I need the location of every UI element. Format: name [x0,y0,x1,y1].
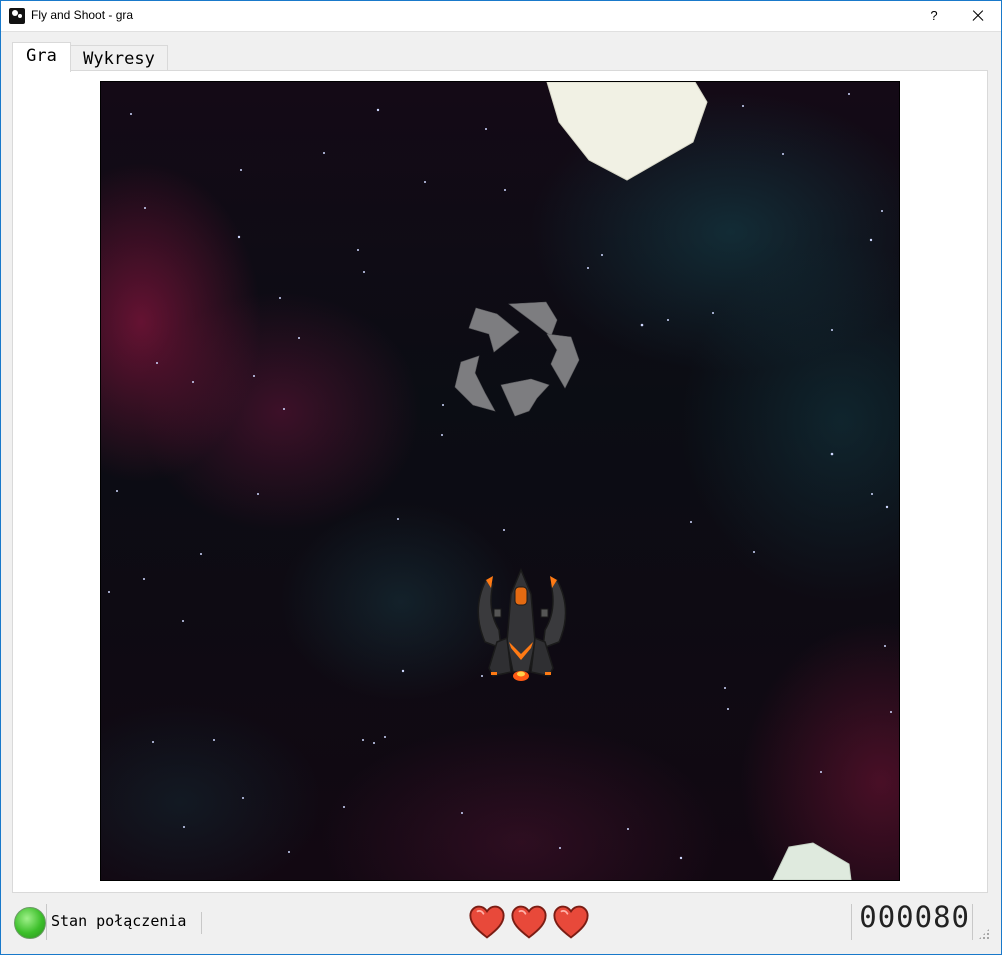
close-button[interactable] [961,1,995,31]
player-ship [477,568,567,681]
app-icon [9,8,25,24]
lives-display [468,903,592,943]
window-title: Fly and Shoot - gra [31,8,134,22]
tab-gra[interactable]: Gra [12,42,71,72]
status-separator [851,904,852,940]
status-separator [972,904,973,940]
title-bar[interactable]: Fly and Shoot - gra ? [1,1,1001,32]
connection-status-label: Stan połączenia [51,912,187,930]
heart-icon [469,905,505,939]
help-button[interactable]: ? [919,1,949,31]
status-separator [46,904,47,940]
tab-wykresy[interactable]: Wykresy [70,45,168,72]
status-separator [201,912,202,934]
heart-icon [553,905,589,939]
heart-icon [511,905,547,939]
connection-status-indicator [14,907,46,939]
score-counter: 000080 [859,900,970,934]
game-canvas[interactable] [100,81,900,881]
